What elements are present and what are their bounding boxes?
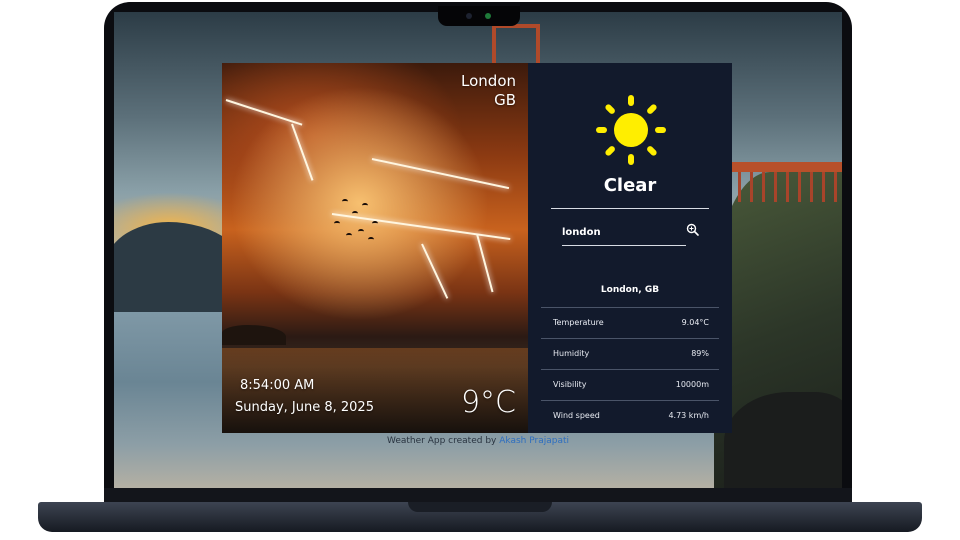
laptop-hinge — [104, 488, 852, 502]
laptop-screen: London GB 8:54:00 AM Sunday, June 8, 202… — [114, 12, 842, 488]
stat-row-wind-speed: Wind speed 4.73 km/h — [541, 400, 719, 431]
current-time: 8:54:00 AM — [240, 378, 315, 393]
laptop-opening-groove — [408, 502, 552, 512]
bird — [334, 221, 340, 226]
search-button[interactable] — [686, 223, 700, 237]
stat-label: Humidity — [553, 349, 590, 358]
stat-row-temperature: Temperature 9.04°C — [541, 307, 719, 338]
stat-label: Wind speed — [553, 411, 600, 420]
bird — [358, 229, 364, 234]
stat-row-visibility: Visibility 10000m — [541, 369, 719, 400]
camera-lens — [466, 13, 472, 19]
country-code: GB — [494, 91, 516, 109]
search-zoom-icon — [686, 223, 699, 236]
weather-app-card: London GB 8:54:00 AM Sunday, June 8, 202… — [222, 63, 732, 433]
location-title: London, GB — [600, 285, 660, 295]
bird — [346, 233, 352, 238]
stat-value: 10000m — [675, 380, 709, 389]
stat-value: 89% — [691, 349, 709, 358]
current-date: Sunday, June 8, 2025 — [235, 400, 374, 415]
bird — [352, 211, 358, 216]
weather-condition: Clear — [603, 175, 657, 196]
divider — [551, 208, 709, 209]
camera-notch — [438, 6, 520, 26]
bird — [342, 199, 348, 204]
city-search-input[interactable] — [562, 221, 680, 243]
stat-row-humidity: Humidity 89% — [541, 338, 719, 369]
bird — [362, 203, 368, 208]
bridge-tower — [492, 24, 540, 68]
sun-icon — [596, 95, 666, 165]
footer-credit: Weather App created by Akash Prajapati — [114, 436, 842, 446]
bridge — [726, 162, 842, 172]
weather-hero-image: London GB 8:54:00 AM Sunday, June 8, 202… — [222, 63, 528, 433]
temperature-display: 9°C — [460, 385, 516, 420]
weather-details-panel: Clear London, GB Temperature 9.04°C — [528, 63, 732, 433]
stat-label: Visibility — [553, 380, 587, 389]
camera-indicator-light — [485, 13, 491, 19]
credit-text: Weather App created by — [386, 436, 497, 446]
bird — [368, 237, 374, 242]
author-link[interactable]: Akash Prajapati — [499, 436, 569, 446]
search-field — [562, 221, 686, 246]
city-name: London — [461, 72, 516, 90]
stat-value: 4.73 km/h — [668, 411, 709, 420]
stat-value: 9.04°C — [681, 318, 709, 327]
bird — [372, 221, 378, 226]
weather-stats-list: Temperature 9.04°C Humidity 89% Visibili… — [541, 307, 719, 431]
stat-label: Temperature — [553, 318, 604, 327]
